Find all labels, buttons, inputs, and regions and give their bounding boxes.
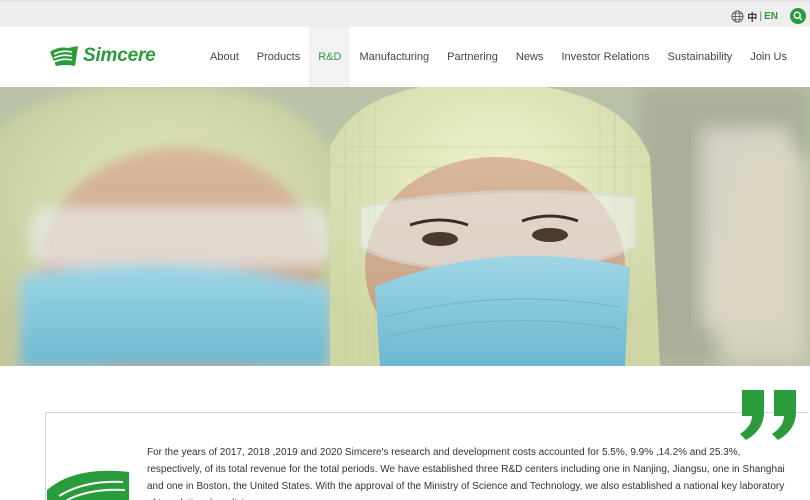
search-icon [793, 11, 803, 21]
search-button[interactable] [790, 8, 806, 24]
nav-item-about[interactable]: About [201, 27, 248, 87]
globe-icon [731, 10, 744, 23]
lang-en-link[interactable]: EN [764, 11, 778, 22]
lang-separator: | [759, 11, 763, 22]
nav-item-products[interactable]: Products [248, 27, 309, 87]
nav-item-investor-relations[interactable]: Investor Relations [552, 27, 658, 87]
site-header: Simcere About Products R&D Manufacturing… [0, 27, 810, 87]
hero-banner-image [0, 87, 810, 366]
nav-item-sustainability[interactable]: Sustainability [658, 27, 741, 87]
site-logo[interactable]: Simcere [48, 44, 156, 68]
language-switcher: 中 | EN [731, 9, 778, 24]
simcere-logo-icon [50, 46, 78, 66]
top-utility-bar: 中 | EN [0, 0, 810, 27]
hero-illustration [0, 87, 810, 366]
simcere-badge-icon [47, 470, 129, 500]
quote-mark-icon [740, 390, 796, 440]
nav-item-join-us[interactable]: Join Us [741, 27, 796, 87]
nav-item-partnering[interactable]: Partnering [438, 27, 507, 87]
rd-intro-section: For the years of 2017, 2018 ,2019 and 20… [0, 366, 810, 500]
main-nav: About Products R&D Manufacturing Partner… [201, 27, 796, 87]
nav-item-rd[interactable]: R&D [309, 27, 351, 87]
nav-item-manufacturing[interactable]: Manufacturing [350, 27, 438, 87]
rd-intro-text: For the years of 2017, 2018 ,2019 and 20… [147, 447, 785, 500]
nav-item-news[interactable]: News [507, 27, 553, 87]
lang-zh-link[interactable]: 中 [747, 9, 757, 24]
logo-text: Simcere [83, 45, 156, 66]
